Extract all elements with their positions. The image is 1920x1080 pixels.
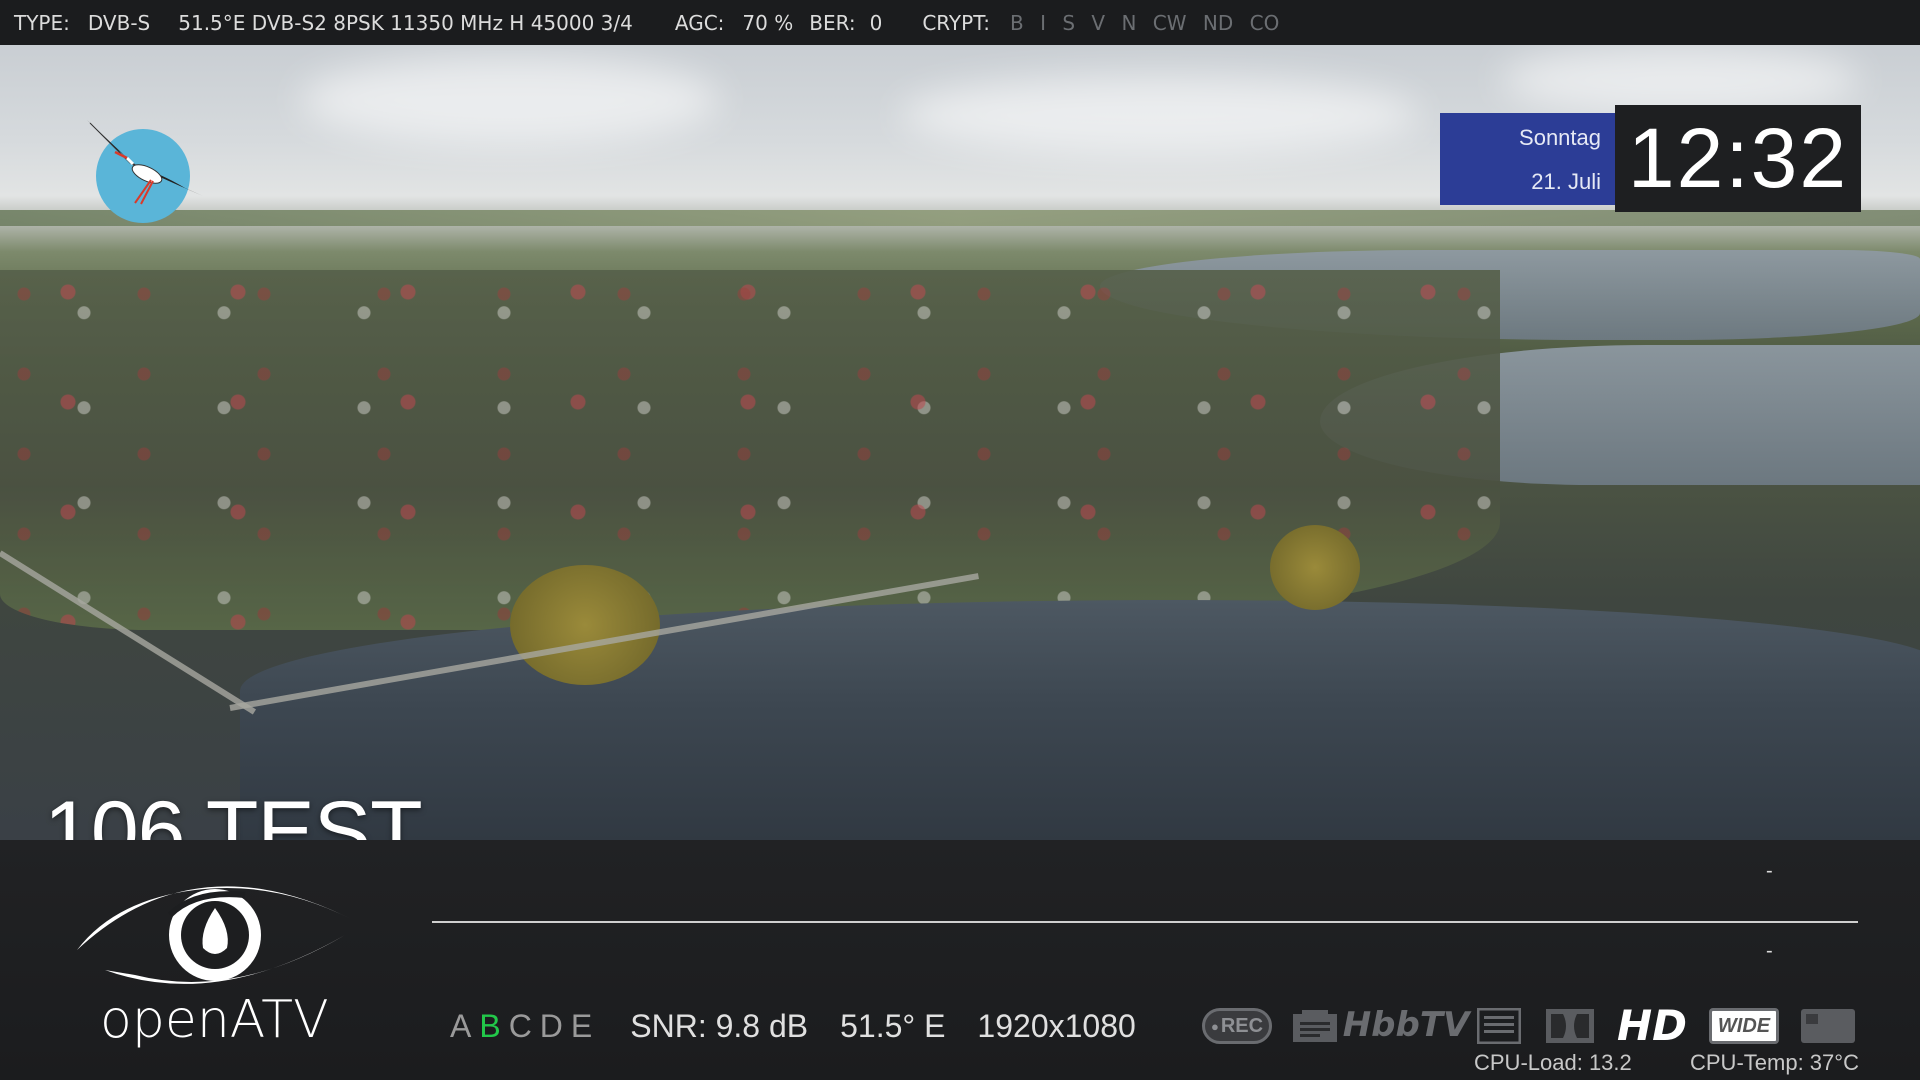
type-value: DVB-S	[87, 10, 151, 35]
type-label: TYPE:	[14, 10, 70, 35]
clock-panel: 12:32	[1615, 105, 1861, 212]
clock-time: 12:32	[1627, 111, 1849, 205]
audio-track-letter: D	[539, 1007, 563, 1044]
crypt-item: CO	[1249, 10, 1280, 35]
crypt-item: N	[1121, 10, 1137, 35]
cpu-load: CPU-Load: 13.2	[1474, 1050, 1632, 1075]
agc-value: 70 %	[742, 10, 794, 35]
video-picture: Sonntag 21. Juli 12:32 106 TEST	[0, 45, 1920, 840]
snr-value: SNR: 9.8 dB	[630, 1007, 809, 1044]
crypt-label: CRYPT:	[922, 10, 990, 35]
channel-name: 106 TEST	[44, 784, 423, 840]
crypt-item: CW	[1152, 10, 1187, 35]
signal-info-bar: TYPE: DVB-S 51.5°E DVB-S2 8PSK 11350 MHz…	[0, 0, 1920, 45]
crypt-systems: B I S V N CW ND CO	[1010, 11, 1289, 35]
rec-icon-label: REC	[1220, 1014, 1264, 1037]
crypt-item: B	[1009, 10, 1024, 35]
channel-infobar: openATV - - A B C D E SNR: 9.8 dB 51.5° …	[0, 840, 1920, 1080]
event-progress-line	[432, 921, 1858, 923]
smartcard-icon	[1801, 1009, 1855, 1043]
hd-icon: HD	[1616, 1000, 1687, 1050]
audio-track-letter: A	[450, 1007, 472, 1044]
audio-track-letter: C	[508, 1007, 532, 1044]
agc-label: AGC:	[674, 10, 725, 35]
now-event: -	[1766, 860, 1773, 882]
brand-name: openATV	[100, 990, 329, 1050]
teletext-icon	[1293, 1010, 1337, 1042]
ber-value: 0	[869, 10, 883, 35]
ber-label: BER:	[809, 10, 856, 35]
tech-status-row: A B C D E SNR: 9.8 dB 51.5° E 1920x1080	[450, 1002, 1136, 1050]
date-panel: Sonntag 21. Juli	[1440, 113, 1615, 205]
widescreen-icon: WIDE	[1709, 1008, 1779, 1044]
rec-icon: ● REC	[1202, 1008, 1272, 1044]
audio-track-letter-active: B	[479, 1007, 501, 1044]
crypt-item: S	[1062, 10, 1076, 35]
wide-icon-label: WIDE	[1717, 1014, 1771, 1037]
hbbtv-icon: HbbTV	[1342, 1005, 1470, 1045]
video-resolution: 1920x1080	[977, 1007, 1136, 1044]
next-event: -	[1766, 940, 1773, 962]
crypt-item: V	[1091, 10, 1106, 35]
stork-channel-logo	[87, 120, 203, 223]
dolby-icon	[1546, 1009, 1594, 1043]
openatv-eye-icon	[77, 886, 353, 984]
date-label: 21. Juli	[1531, 169, 1601, 194]
transponder-info: 51.5°E DVB-S2 8PSK 11350 MHz H 45000 3/4	[178, 10, 633, 35]
crypt-item: ND	[1202, 10, 1234, 35]
audio-track-letter: E	[570, 1007, 593, 1044]
orbital-position: 51.5° E	[840, 1007, 946, 1044]
weekday-label: Sonntag	[1519, 125, 1601, 150]
subtitle-icon	[1477, 1008, 1521, 1044]
crypt-item: I	[1040, 10, 1046, 35]
cpu-temp: CPU-Temp: 37°C	[1690, 1050, 1859, 1075]
